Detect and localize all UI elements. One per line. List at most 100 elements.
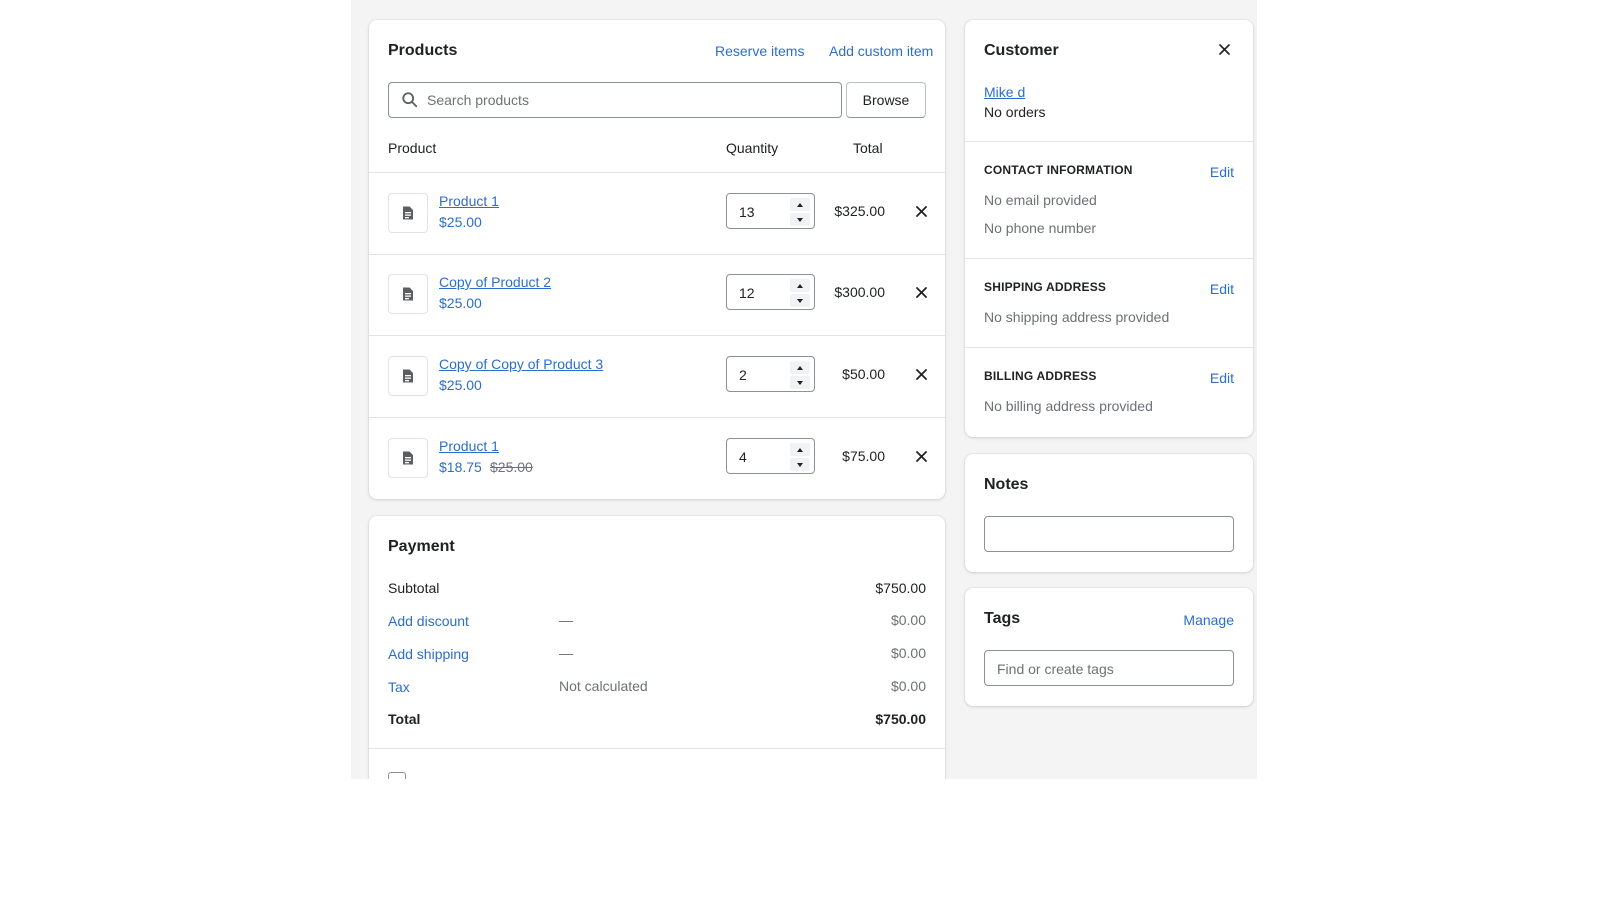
line-total: $50.00 <box>842 366 885 382</box>
caret-up-icon <box>797 202 803 207</box>
product-original-price: $25.00 <box>490 459 533 475</box>
subtotal-value: $750.00 <box>875 580 926 596</box>
product-name-link[interactable]: Product 1 <box>439 438 499 454</box>
close-icon <box>1218 43 1230 55</box>
notes-input[interactable] <box>997 525 1221 545</box>
increment-button[interactable] <box>790 361 810 374</box>
quantity-stepper[interactable] <box>726 438 815 474</box>
manage-tags-link[interactable]: Manage <box>1183 612 1234 628</box>
payment-checkbox[interactable] <box>388 772 406 779</box>
tags-input[interactable] <box>997 659 1221 679</box>
quantity-input[interactable] <box>739 283 783 303</box>
increment-button[interactable] <box>790 198 810 211</box>
quantity-input[interactable] <box>739 202 783 222</box>
tags-title: Tags <box>984 610 1021 627</box>
product-name-link[interactable]: Copy of Copy of Product 3 <box>439 356 603 372</box>
search-products-field[interactable] <box>388 82 842 118</box>
product-name-link[interactable]: Copy of Product 2 <box>439 274 551 290</box>
customer-name-link[interactable]: Mike d <box>984 84 1025 100</box>
products-title: Products <box>388 42 458 59</box>
decrement-button[interactable] <box>790 294 810 307</box>
contact-divider <box>965 258 1253 259</box>
column-header-product: Product <box>388 140 437 156</box>
remove-item-button[interactable] <box>913 366 929 382</box>
document-icon <box>403 451 413 465</box>
edit-billing-link[interactable]: Edit <box>1210 370 1234 386</box>
billing-address-text: No billing address provided <box>984 398 1153 414</box>
product-name-link[interactable]: Product 1 <box>439 193 499 209</box>
discount-description: — <box>559 612 573 628</box>
notes-field[interactable] <box>984 516 1234 552</box>
subtotal-label: Subtotal <box>388 580 440 596</box>
shipping-divider <box>965 347 1253 348</box>
table-row: Product 1 $18.75 $25.00 $75.00 <box>369 418 945 499</box>
add-shipping-link[interactable]: Add shipping <box>388 646 469 662</box>
edit-contact-link[interactable]: Edit <box>1210 164 1234 180</box>
caret-down-icon <box>797 298 803 303</box>
billing-address-header: BILLING ADDRESS <box>984 369 1097 383</box>
caret-down-icon <box>797 217 803 222</box>
quantity-stepper[interactable] <box>726 274 815 310</box>
remove-item-button[interactable] <box>913 203 929 219</box>
close-icon <box>915 450 927 462</box>
shipping-value: $0.00 <box>890 645 926 661</box>
product-thumbnail <box>388 438 428 478</box>
increment-button[interactable] <box>790 279 810 292</box>
remove-customer-button[interactable] <box>1216 41 1232 57</box>
increment-button[interactable] <box>790 443 810 456</box>
shipping-description: — <box>559 645 573 661</box>
customer-title: Customer <box>984 42 1059 59</box>
total-label: Total <box>388 711 421 727</box>
notes-card: Notes <box>965 454 1253 572</box>
contact-information-header: CONTACT INFORMATION <box>984 163 1133 177</box>
shipping-address-text: No shipping address provided <box>984 309 1170 325</box>
product-thumbnail <box>388 274 428 314</box>
caret-up-icon <box>797 283 803 288</box>
caret-down-icon <box>797 462 803 467</box>
decrement-button[interactable] <box>790 213 810 226</box>
product-price: $25.00 <box>439 377 482 393</box>
product-thumbnail <box>388 193 428 233</box>
table-row: Copy of Copy of Product 3 $25.00 $50.00 <box>369 336 945 417</box>
products-card: Products Reserve items Add custom item B… <box>369 20 945 499</box>
remove-item-button[interactable] <box>913 284 929 300</box>
shipping-address-header: SHIPPING ADDRESS <box>984 280 1107 294</box>
quantity-stepper[interactable] <box>726 193 815 229</box>
edit-shipping-link[interactable]: Edit <box>1210 281 1234 297</box>
quantity-input[interactable] <box>739 447 783 467</box>
decrement-button[interactable] <box>790 458 810 471</box>
browse-button[interactable]: Browse <box>846 82 926 118</box>
tags-field[interactable] <box>984 650 1234 686</box>
column-header-total: Total <box>853 140 883 156</box>
caret-up-icon <box>797 365 803 370</box>
tax-link[interactable]: Tax <box>388 679 410 695</box>
discount-value: $0.00 <box>890 612 926 628</box>
table-row: Copy of Product 2 $25.00 $300.00 <box>369 255 945 335</box>
caret-down-icon <box>797 380 803 385</box>
notes-title: Notes <box>984 476 1029 493</box>
product-price: $25.00 <box>439 295 482 311</box>
quantity-input[interactable] <box>739 365 783 385</box>
payment-card: Payment Subtotal $750.00 Add discount — … <box>369 516 945 779</box>
add-custom-item-link[interactable]: Add custom item <box>829 43 933 59</box>
customer-email: No email provided <box>984 192 1097 208</box>
tax-description: Not calculated <box>559 678 648 694</box>
line-total: $75.00 <box>842 448 885 464</box>
close-icon <box>915 205 927 217</box>
document-icon <box>403 287 413 301</box>
quantity-stepper[interactable] <box>726 356 815 392</box>
line-total: $325.00 <box>834 203 885 219</box>
tax-value: $0.00 <box>890 678 926 694</box>
document-icon <box>403 369 413 383</box>
tags-card: Tags Manage <box>965 588 1253 706</box>
reserve-items-link[interactable]: Reserve items <box>715 43 804 59</box>
add-discount-link[interactable]: Add discount <box>388 613 469 629</box>
close-icon <box>915 368 927 380</box>
total-value: $750.00 <box>875 711 926 727</box>
search-products-input[interactable] <box>427 90 827 110</box>
payment-divider <box>369 748 945 749</box>
product-price: $18.75 <box>439 459 482 475</box>
product-price: $25.00 <box>439 214 482 230</box>
remove-item-button[interactable] <box>913 448 929 464</box>
decrement-button[interactable] <box>790 376 810 389</box>
